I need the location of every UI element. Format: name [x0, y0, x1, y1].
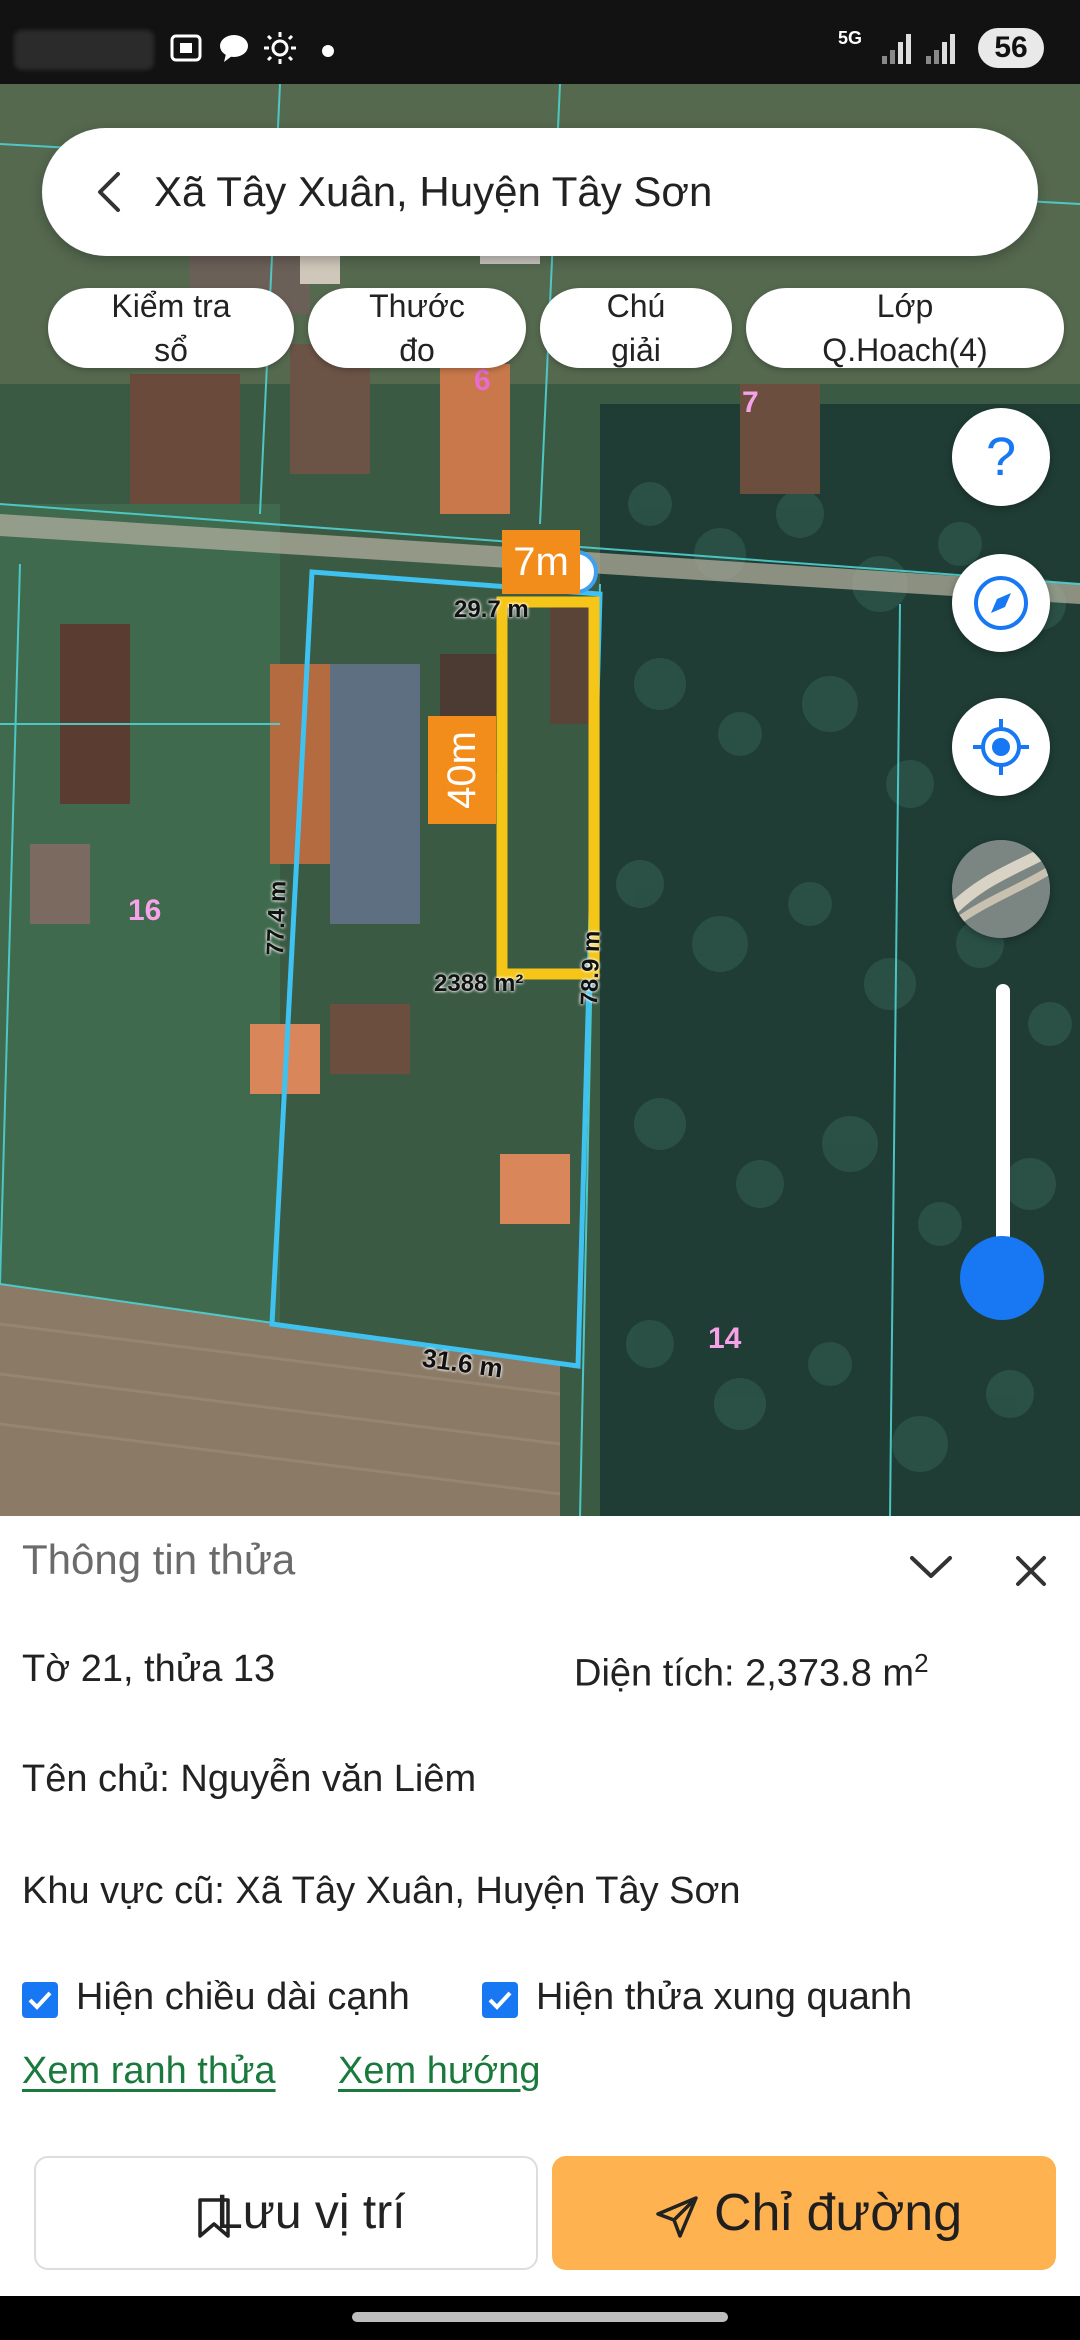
notification-dot: [322, 45, 334, 57]
parcel-number-16: 16: [128, 894, 162, 927]
carrier-blur: [14, 30, 154, 70]
sheet-parcel-number: Tờ 21, thửa 13: [22, 1648, 276, 1690]
compass-icon: [974, 576, 1028, 630]
map-layer-button[interactable]: [952, 840, 1050, 938]
signal-icon: [882, 34, 911, 64]
edge-length-right: 78.9 m: [576, 930, 606, 1006]
chip-planning-layer[interactable]: Lớp Q.Hoach(4): [746, 288, 1064, 368]
edge-length-top: 29.7 m: [454, 596, 529, 623]
compass-button[interactable]: [952, 554, 1050, 652]
directions-button[interactable]: Chỉ đường: [552, 2156, 1056, 2270]
location-search-bar[interactable]: Xã Tây Xuân, Huyện Tây Sơn: [42, 128, 1038, 256]
my-location-button[interactable]: [952, 698, 1050, 796]
chip-check-book[interactable]: Kiểm tra sổ: [48, 288, 294, 368]
signal-icon-2: [926, 34, 955, 64]
road-map-layer-icon: [952, 840, 1050, 938]
home-gesture-pill[interactable]: [352, 2312, 728, 2322]
directions-label: Chỉ đường: [714, 2184, 963, 2242]
old-area: Khu vực cũ: Xã Tây Xuân, Huyện Tây Sơn: [22, 1870, 741, 1912]
zoom-slider-track[interactable]: [996, 984, 1010, 1274]
show-neighbors-checkbox[interactable]: [482, 1982, 518, 2018]
battery-indicator: 56: [978, 28, 1044, 68]
owner-name: Tên chủ: Nguyễn văn Liêm: [22, 1758, 477, 1800]
network-type: 5G: [838, 28, 863, 48]
view-direction-link[interactable]: Xem hướng: [338, 2050, 540, 2093]
chip-legend[interactable]: Chú giải: [540, 288, 732, 368]
brightness-icon: [264, 32, 296, 64]
chip-label: Q.Hoach(4): [822, 332, 988, 368]
close-icon[interactable]: [1014, 1554, 1048, 1588]
save-location-label: Lưu vị trí: [216, 2186, 406, 2239]
screenshot-icon: [170, 34, 202, 62]
parcel-number-14: 14: [708, 1322, 742, 1355]
checkmark-icon: [28, 1991, 52, 2010]
save-location-button[interactable]: Lưu vị trí: [34, 2156, 538, 2270]
send-arrow-icon: [656, 2196, 698, 2238]
parcel-number-6: 6: [474, 364, 491, 397]
svg-text:?: ?: [986, 427, 1016, 487]
show-neighbors-label[interactable]: Hiện thửa xung quanh: [536, 1976, 912, 2019]
location-title: Xã Tây Xuân, Huyện Tây Sơn: [154, 168, 713, 215]
system-nav-bar: [0, 2296, 1080, 2340]
chat-icon: [220, 35, 248, 62]
show-edge-length-label[interactable]: Hiện chiều dài cạnh: [76, 1976, 410, 2019]
zoom-slider-handle[interactable]: [960, 1236, 1044, 1320]
show-edge-length-checkbox[interactable]: [22, 1982, 58, 2018]
parcel-area-text: Diện tích: 2,373.8 m: [574, 1652, 915, 1695]
chip-label: sổ: [154, 332, 188, 368]
parcel-area: Diện tích: 2,373.8 m2: [574, 1648, 929, 1696]
chevron-down-icon[interactable]: [908, 1552, 954, 1582]
overlay-length-text: 40m: [440, 731, 484, 809]
overlay-width-label: 7m: [502, 530, 580, 594]
question-icon: ?: [986, 427, 1016, 487]
chip-label: đo: [399, 332, 435, 368]
crosshair-icon: [973, 719, 1029, 775]
chip-ruler[interactable]: Thước đo: [308, 288, 526, 368]
edge-length-left: 77.4 m: [262, 880, 292, 956]
chip-label: giải: [611, 332, 661, 368]
sheet-title: Thông tin thửa: [22, 1536, 296, 1583]
help-button[interactable]: ?: [952, 408, 1050, 506]
area-unit-sup: 2: [914, 1648, 929, 1678]
view-boundary-link[interactable]: Xem ranh thửa: [22, 2050, 276, 2093]
checkmark-icon: [488, 1991, 512, 2010]
back-arrow-icon[interactable]: [80, 162, 140, 222]
parcel-area-label: 2388 m²: [434, 970, 524, 997]
parcel-number-7: 7: [742, 386, 759, 419]
status-bar: 5G 56: [0, 0, 1080, 84]
